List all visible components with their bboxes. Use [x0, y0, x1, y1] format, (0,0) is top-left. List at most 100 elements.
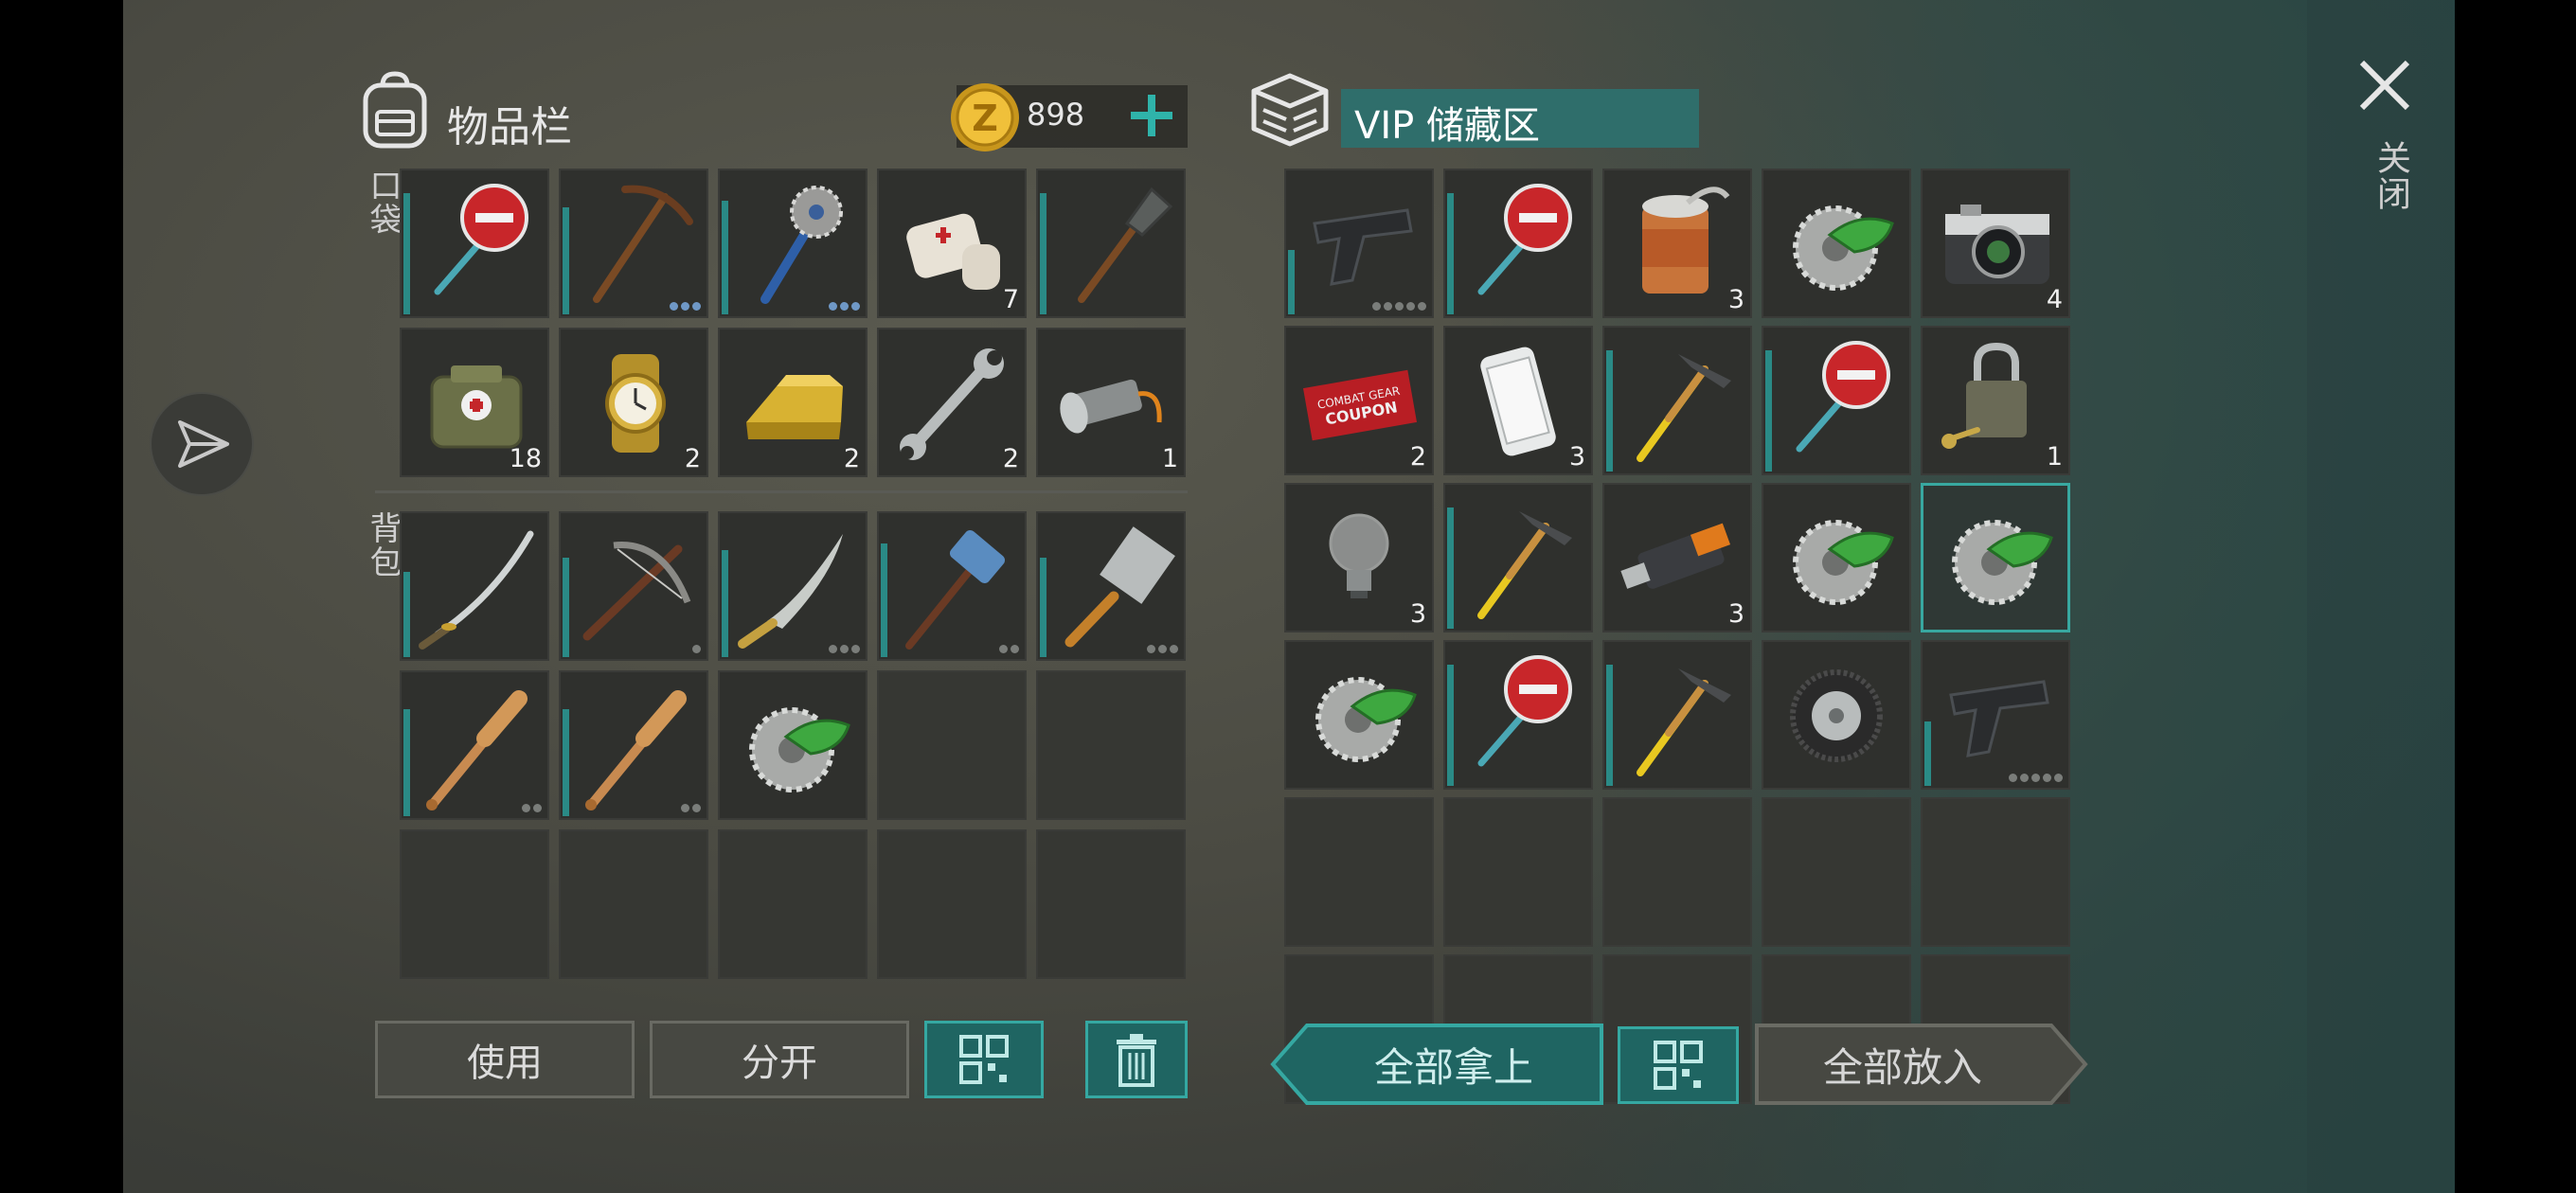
take-all-button[interactable]: 全部拿上: [1269, 1023, 1604, 1106]
item-quantity: 3: [1727, 599, 1744, 629]
vip-slot[interactable]: 3: [1602, 169, 1752, 318]
vip-slot[interactable]: [1762, 797, 1911, 947]
pocket-slot[interactable]: 18: [400, 328, 549, 477]
pocket-slot[interactable]: 2: [877, 328, 1027, 477]
backpack-icon: [358, 70, 432, 150]
add-currency-button[interactable]: [1123, 87, 1180, 144]
vip-slot[interactable]: [1443, 797, 1593, 947]
backpack-slot[interactable]: [559, 829, 708, 979]
backpack-slot[interactable]: [1036, 511, 1186, 661]
pocket-slot[interactable]: 2: [718, 328, 868, 477]
close-icon: [2359, 60, 2410, 111]
vip-slot[interactable]: [1762, 169, 1911, 318]
vip-slot[interactable]: [1284, 640, 1434, 790]
backpack-slot[interactable]: [877, 511, 1027, 661]
item-quantity: 7: [1002, 285, 1019, 314]
close-label: 关闭: [2371, 140, 2410, 212]
vip-slot[interactable]: [1762, 483, 1911, 632]
inventory-title: 物品栏: [447, 103, 572, 151]
item-quantity: 3: [1568, 442, 1585, 472]
trash-icon: [1117, 1034, 1156, 1087]
pocket-slot[interactable]: [1036, 169, 1186, 318]
vip-slot[interactable]: 3: [1602, 483, 1752, 632]
split-button[interactable]: 分开: [650, 1021, 909, 1098]
vip-slot[interactable]: [1602, 797, 1752, 947]
upgrade-level: [829, 645, 860, 653]
backpack-slot[interactable]: [877, 670, 1027, 820]
section-divider: [375, 490, 1188, 493]
close-button[interactable]: 关闭: [2349, 49, 2421, 239]
put-all-label: 全部放入: [1822, 1043, 1982, 1091]
currency-amount: 898: [1027, 97, 1085, 133]
vip-slot[interactable]: [1602, 640, 1752, 790]
take-all-label: 全部拿上: [1373, 1043, 1533, 1091]
upgrade-level: [522, 804, 542, 812]
backpack-slot[interactable]: [559, 511, 708, 661]
vip-slot[interactable]: [1921, 640, 2070, 790]
vip-slot[interactable]: [1602, 326, 1752, 475]
backpack-slot[interactable]: [718, 670, 868, 820]
item-quantity: 1: [1161, 444, 1178, 473]
vip-slot[interactable]: [1921, 483, 2070, 632]
vip-slot[interactable]: [1443, 640, 1593, 790]
pocket-slot[interactable]: 7: [877, 169, 1027, 318]
vip-slot[interactable]: [1762, 326, 1911, 475]
upgrade-level: [670, 302, 701, 311]
vip-slot[interactable]: COMBAT GEAR COUPON 2: [1284, 326, 1434, 475]
sort-inventory-button[interactable]: [924, 1021, 1044, 1098]
storage-icon: [1248, 70, 1332, 150]
backpack-slot[interactable]: [559, 670, 708, 820]
pocket-slot[interactable]: [559, 169, 708, 318]
sort-storage-button[interactable]: [1618, 1026, 1739, 1104]
pocket-slot[interactable]: 1: [1036, 328, 1186, 477]
vip-slot[interactable]: [1921, 797, 2070, 947]
vip-slot[interactable]: [1284, 797, 1434, 947]
put-all-button[interactable]: 全部放入: [1754, 1023, 2089, 1106]
use-button[interactable]: 使用: [375, 1021, 635, 1098]
vip-slot[interactable]: [1762, 640, 1911, 790]
item-quantity: 3: [1727, 285, 1744, 314]
vip-slot[interactable]: 1: [1921, 326, 2070, 475]
upgrade-level: [2009, 774, 2063, 782]
send-icon: [178, 420, 229, 468]
item-quantity: 4: [2046, 285, 2063, 314]
item-quantity: 2: [1409, 442, 1426, 472]
vip-title: VIP 储藏区: [1354, 104, 1540, 148]
coin-icon: Z: [947, 80, 1023, 155]
backpack-slot[interactable]: [400, 829, 549, 979]
vip-slot[interactable]: [1284, 169, 1434, 318]
vip-slot[interactable]: 4: [1921, 169, 2070, 318]
svg-text:Z: Z: [972, 98, 998, 139]
upgrade-level: [1372, 302, 1426, 311]
upgrade-level: [692, 645, 701, 653]
upgrade-level: [829, 302, 860, 311]
backpack-slot[interactable]: [1036, 829, 1186, 979]
upgrade-level: [1147, 645, 1178, 653]
backpack-slot[interactable]: [1036, 670, 1186, 820]
item-quantity: 18: [509, 444, 542, 473]
item-quantity: 2: [1002, 444, 1019, 473]
backpack-slot[interactable]: [400, 511, 549, 661]
backpack-slot[interactable]: [718, 829, 868, 979]
upgrade-level: [681, 804, 701, 812]
vip-slot[interactable]: 3: [1284, 483, 1434, 632]
item-quantity: 2: [843, 444, 860, 473]
pocket-slot[interactable]: 2: [559, 328, 708, 477]
item-quantity: 2: [684, 444, 701, 473]
grid-icon: [1654, 1041, 1703, 1090]
backpack-slot[interactable]: [718, 511, 868, 661]
vip-slot[interactable]: [1443, 483, 1593, 632]
upgrade-level: [999, 645, 1019, 653]
delete-button[interactable]: [1085, 1021, 1188, 1098]
grid-icon: [959, 1035, 1009, 1084]
vip-slot[interactable]: [1443, 169, 1593, 318]
pocket-slot[interactable]: [718, 169, 868, 318]
plus-icon: [1131, 95, 1172, 136]
send-button[interactable]: [152, 394, 252, 494]
vip-slot[interactable]: 3: [1443, 326, 1593, 475]
backpack-slot[interactable]: [877, 829, 1027, 979]
item-quantity: 3: [1409, 599, 1426, 629]
backpack-slot[interactable]: [400, 670, 549, 820]
pocket-slot[interactable]: [400, 169, 549, 318]
item-quantity: 1: [2046, 442, 2063, 472]
